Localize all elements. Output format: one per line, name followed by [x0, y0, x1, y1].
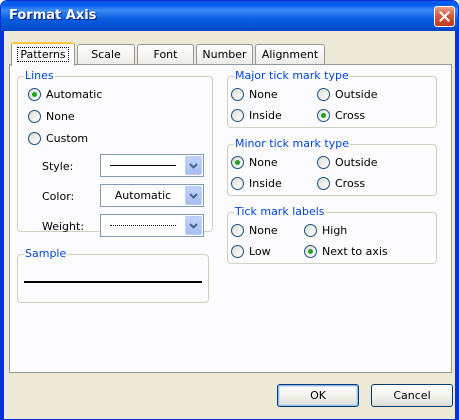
labels-low-radio[interactable]: Low: [231, 245, 271, 258]
cancel-button[interactable]: Cancel: [371, 384, 453, 407]
radio-circle: [231, 109, 244, 122]
tick-labels-group: Tick mark labels None High Low Next to a…: [227, 205, 437, 264]
radio-circle: [317, 109, 330, 122]
radio-selected-dot: [235, 160, 240, 165]
radio-label: Low: [249, 245, 271, 258]
tab-alignment[interactable]: Alignment: [255, 44, 325, 65]
style-dropdown[interactable]: [100, 154, 204, 177]
color-label: Color:: [42, 190, 75, 203]
sample-line-preview: [24, 281, 202, 283]
radio-label: None: [46, 110, 75, 123]
radio-label: None: [249, 156, 278, 169]
radio-label: Outside: [335, 156, 378, 169]
style-value: [105, 155, 181, 176]
solid-line-swatch: [110, 165, 176, 166]
tab-label: Number: [202, 48, 247, 61]
radio-circle: [304, 224, 317, 237]
radio-circle: [28, 110, 41, 123]
lines-custom-radio[interactable]: Custom: [28, 132, 88, 145]
radio-circle: [231, 245, 244, 258]
tab-patterns[interactable]: Patterns: [11, 42, 75, 66]
radio-label: None: [249, 88, 278, 101]
window-border-left: [1, 31, 4, 419]
labels-next-to-axis-radio[interactable]: Next to axis: [304, 245, 388, 258]
radio-circle: [317, 156, 330, 169]
radio-label: Inside: [249, 177, 282, 190]
chevron-down-icon: [189, 162, 198, 169]
radio-circle: [304, 245, 317, 258]
sample-group: Sample: [17, 247, 209, 303]
radio-label: Inside: [249, 109, 282, 122]
major-cross-radio[interactable]: Cross: [317, 109, 365, 122]
minor-cross-radio[interactable]: Cross: [317, 177, 365, 190]
labels-high-radio[interactable]: High: [304, 224, 347, 237]
radio-label: Custom: [46, 132, 89, 145]
minor-inside-radio[interactable]: Inside: [231, 177, 282, 190]
window-border-right: [455, 31, 458, 419]
radio-label: High: [322, 224, 348, 237]
ok-button[interactable]: OK: [277, 384, 359, 407]
radio-label: Outside: [335, 88, 378, 101]
radio-selected-dot: [308, 249, 313, 254]
tab-label: Font: [153, 48, 178, 61]
format-axis-dialog: Format Axis Patterns Scale Font Number A…: [0, 0, 459, 420]
radio-label: Cross: [335, 109, 366, 122]
radio-label: Cross: [335, 177, 366, 190]
tab-label: Alignment: [261, 48, 319, 61]
radio-circle: [231, 224, 244, 237]
labels-none-radio[interactable]: None: [231, 224, 278, 237]
close-icon: [439, 11, 450, 22]
major-outside-radio[interactable]: Outside: [317, 88, 377, 101]
tab-number[interactable]: Number: [196, 44, 253, 65]
patterns-panel: Lines Automatic None Custom Style: Color: [9, 64, 452, 373]
major-tick-group: Major tick mark type None Outside Inside…: [227, 69, 437, 128]
weight-dropdown[interactable]: [100, 214, 204, 237]
chevron-down-icon: [189, 192, 198, 199]
radio-label: Next to axis: [322, 245, 388, 258]
radio-label: None: [249, 224, 278, 237]
dotted-line-swatch: [110, 225, 176, 226]
dropdown-button[interactable]: [185, 186, 202, 205]
major-none-radio[interactable]: None: [231, 88, 278, 101]
radio-selected-dot: [321, 113, 326, 118]
radio-circle: [231, 156, 244, 169]
minor-tick-group: Minor tick mark type None Outside Inside…: [227, 137, 437, 196]
lines-none-radio[interactable]: None: [28, 110, 75, 123]
color-dropdown[interactable]: Automatic: [100, 184, 204, 207]
radio-circle: [28, 132, 41, 145]
radio-circle: [231, 88, 244, 101]
minor-tick-group-label: Minor tick mark type: [234, 137, 350, 150]
close-button[interactable]: [434, 6, 455, 27]
tab-font[interactable]: Font: [137, 44, 194, 65]
dropdown-button[interactable]: [185, 156, 202, 175]
lines-group: Lines Automatic None Custom Style: Color: [17, 69, 213, 237]
tick-labels-group-label: Tick mark labels: [234, 205, 326, 218]
radio-selected-dot: [32, 92, 37, 97]
dialog-title: Format Axis: [9, 8, 97, 23]
minor-outside-radio[interactable]: Outside: [317, 156, 377, 169]
radio-label: Automatic: [46, 88, 103, 101]
radio-circle: [317, 177, 330, 190]
title-bar[interactable]: Format Axis: [1, 1, 458, 31]
radio-circle: [28, 88, 41, 101]
tab-label: Patterns: [17, 47, 69, 62]
style-label: Style:: [42, 160, 74, 173]
weight-label: Weight:: [42, 220, 85, 233]
radio-circle: [231, 177, 244, 190]
tab-scale[interactable]: Scale: [77, 44, 135, 65]
lines-group-label: Lines: [24, 69, 55, 82]
lines-automatic-radio[interactable]: Automatic: [28, 88, 102, 101]
dropdown-button[interactable]: [185, 216, 202, 235]
chevron-down-icon: [189, 222, 198, 229]
major-tick-group-label: Major tick mark type: [234, 69, 350, 82]
tab-label: Scale: [91, 48, 121, 61]
radio-circle: [317, 88, 330, 101]
minor-none-radio[interactable]: None: [231, 156, 278, 169]
major-inside-radio[interactable]: Inside: [231, 109, 282, 122]
weight-value: [105, 215, 181, 236]
sample-group-label: Sample: [24, 247, 68, 260]
color-value: Automatic: [114, 189, 172, 202]
